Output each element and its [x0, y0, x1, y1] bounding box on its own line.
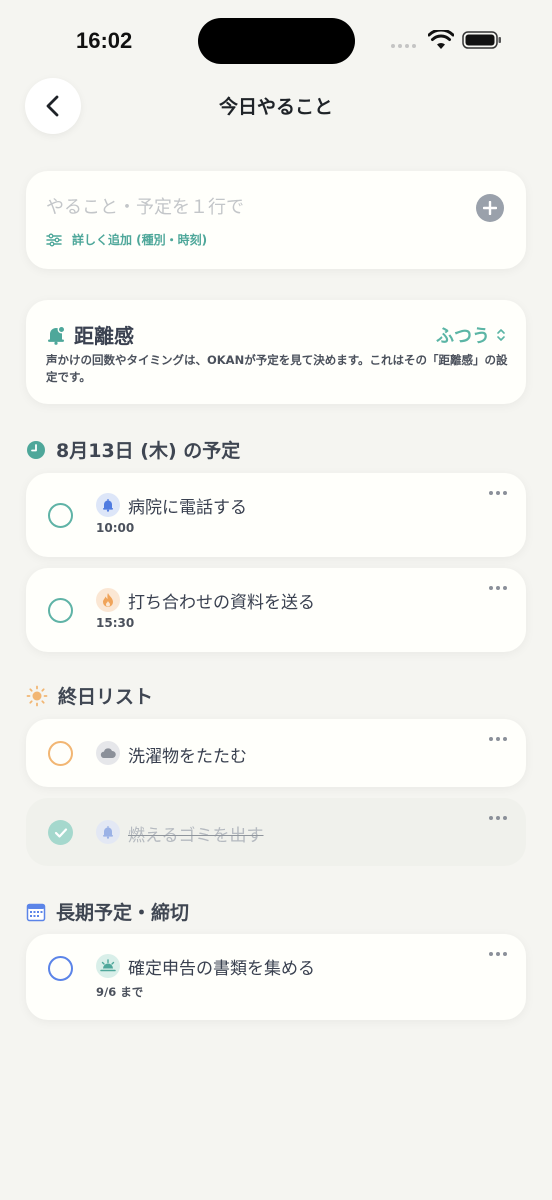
page-title: 今日やること [218, 96, 333, 118]
task-card[interactable]: 病院に電話する 10:00 [26, 473, 526, 557]
detail-add-link[interactable]: 詳しく追加 (種別・時刻) [46, 231, 207, 248]
section-header-allday: 終日リスト [26, 682, 153, 709]
task-title: 洗濯物をたたむ [128, 747, 247, 767]
task-card[interactable]: 確定申告の書類を集める 9/6 まで [26, 934, 526, 1020]
wifi-icon [428, 30, 454, 49]
more-button[interactable] [486, 731, 510, 747]
task-checkbox[interactable] [48, 741, 73, 766]
calendar-icon [26, 903, 46, 921]
sunrise-icon [96, 954, 120, 978]
task-time: 15:30 [96, 616, 135, 630]
task-checkbox[interactable] [48, 956, 73, 981]
task-card[interactable]: 打ち合わせの資料を送る 15:30 [26, 568, 526, 652]
section-title: 長期予定・締切 [56, 902, 190, 924]
distance-description: 声かけの回数やタイミングは、OKANが予定を見て決めます。これはその「距離感」の… [46, 353, 508, 384]
more-button[interactable] [486, 485, 510, 501]
check-icon [54, 827, 67, 838]
section-title: 8月13日 (木) の予定 [56, 440, 241, 462]
task-checkbox[interactable] [48, 598, 73, 623]
cloud-icon [96, 741, 120, 765]
task-title: 確定申告の書類を集める [128, 959, 315, 979]
cellular-signal-icon [391, 44, 416, 48]
distance-value: ふつう [436, 326, 490, 347]
plus-icon [483, 201, 497, 215]
more-button[interactable] [486, 810, 510, 826]
add-button[interactable] [476, 194, 504, 222]
dynamic-island [198, 18, 355, 64]
quick-add-card: 詳しく追加 (種別・時刻) [26, 171, 526, 269]
battery-icon [462, 31, 501, 49]
task-title: 病院に電話する [128, 498, 247, 518]
distance-title-row: 距離感 [46, 320, 134, 349]
detail-add-label: 詳しく追加 (種別・時刻) [72, 233, 208, 247]
status-time: 16:02 [76, 28, 133, 53]
more-button[interactable] [486, 946, 510, 962]
sliders-icon [46, 233, 62, 246]
task-due: 9/6 まで [96, 985, 144, 999]
section-header-schedule: 8月13日 (木) の予定 [26, 436, 240, 463]
distance-select[interactable]: ふつう [436, 322, 506, 348]
task-time: 10:00 [96, 521, 135, 535]
distance-title: 距離感 [74, 324, 134, 348]
chevron-updown-icon [497, 329, 505, 341]
app-screen: 16:02 今日やること やること・予定を１行で 詳しく追加 (種別・時刻) 距… [0, 0, 552, 1200]
section-title: 終日リスト [58, 686, 154, 708]
more-button[interactable] [486, 580, 510, 596]
task-checkbox-checked[interactable] [48, 820, 73, 845]
sun-icon [26, 685, 48, 706]
section-header-longterm: 長期予定・締切 [26, 898, 189, 925]
task-title: 燃えるゴミを出す [128, 826, 264, 846]
status-bar: 16:02 [0, 0, 552, 80]
task-checkbox[interactable] [48, 503, 73, 528]
task-card-done[interactable]: 燃えるゴミを出す [26, 798, 526, 866]
task-card[interactable]: 洗濯物をたたむ [26, 719, 526, 787]
distance-card: 距離感 ふつう 声かけの回数やタイミングは、OKANが予定を見て決めます。これは… [26, 300, 526, 404]
flame-icon [96, 588, 120, 612]
bell-icon [96, 820, 120, 844]
bell-icon [48, 325, 66, 345]
task-input[interactable] [46, 193, 446, 221]
bell-icon [96, 493, 120, 517]
task-title: 打ち合わせの資料を送る [128, 593, 315, 613]
clock-icon [27, 440, 45, 459]
